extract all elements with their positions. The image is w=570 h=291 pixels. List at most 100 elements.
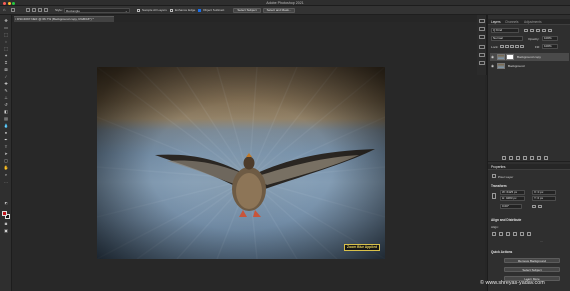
align-top-icon[interactable]	[513, 232, 517, 236]
document-image[interactable]	[97, 67, 385, 259]
new-selection-icon[interactable]	[26, 8, 30, 13]
filter-pixel-icon[interactable]	[524, 28, 528, 33]
gradient-tool-icon[interactable]: ▤	[3, 116, 9, 121]
transform-header: Transform	[491, 184, 507, 188]
history-brush-tool-icon[interactable]: ↺	[3, 102, 9, 107]
select-subject-button[interactable]: Select Subject	[233, 7, 261, 14]
path-selection-tool-icon[interactable]: ➤	[3, 151, 9, 156]
lasso-tool-icon[interactable]: ◌	[3, 39, 9, 44]
magic-wand-tool-icon[interactable]: ✦	[3, 53, 9, 58]
fill-field[interactable]: 100%	[542, 44, 558, 49]
visibility-eye-icon[interactable]: ◉	[491, 55, 494, 59]
artboard-tool-icon[interactable]: ▭	[3, 25, 9, 30]
clone-stamp-tool-icon[interactable]: ⊥	[3, 95, 9, 100]
y-field[interactable]: Y: 0 px	[532, 196, 556, 201]
filter-type-icon[interactable]	[536, 28, 540, 33]
sample-all-layers-checkbox[interactable]	[137, 9, 140, 12]
lock-all-icon[interactable]	[520, 44, 524, 49]
more-tools-icon[interactable]: …	[3, 179, 9, 184]
home-icon[interactable]: ⌂	[3, 7, 5, 12]
tab-adjustments[interactable]: Adjustments	[524, 20, 542, 24]
eraser-tool-icon[interactable]: ◧	[3, 109, 9, 114]
rectangle-tool-icon[interactable]: ▢	[3, 158, 9, 163]
select-and-mask-button[interactable]: Select and Mask...	[263, 7, 295, 14]
width-field[interactable]: W: 6425 px	[500, 190, 525, 195]
character-panel-icon[interactable]	[479, 61, 485, 65]
filter-adjustment-icon[interactable]	[530, 28, 534, 33]
collapsed-panel-dock	[477, 15, 487, 75]
align-right-icon[interactable]	[506, 232, 510, 236]
link-layers-icon[interactable]	[502, 156, 506, 160]
new-group-icon[interactable]	[530, 156, 534, 160]
select-subject-quick-button[interactable]: Select Subject	[504, 267, 560, 273]
layer-thumbnail	[497, 63, 505, 69]
eyedropper-tool-icon[interactable]: ⁄	[3, 74, 9, 79]
layer-thumbnail	[497, 54, 505, 60]
dodge-tool-icon[interactable]: ●	[3, 130, 9, 135]
object-selection-tool-icon[interactable]	[11, 8, 15, 13]
color-panel-icon[interactable]	[479, 27, 485, 31]
libraries-panel-icon[interactable]	[479, 45, 485, 49]
add-mask-icon[interactable]	[516, 156, 520, 160]
flip-vertical-icon[interactable]	[538, 204, 542, 209]
height-field[interactable]: H: 4283 px	[500, 196, 525, 201]
visibility-eye-icon[interactable]: ◉	[491, 64, 494, 68]
more-options-icon[interactable]: ···	[540, 239, 543, 243]
frame-tool-icon[interactable]: ⊠	[3, 67, 9, 72]
lock-transparent-icon[interactable]	[500, 44, 504, 49]
add-to-selection-icon[interactable]	[32, 8, 36, 13]
default-colors-icon[interactable]: ◩	[3, 201, 9, 206]
filter-shape-icon[interactable]	[542, 28, 546, 33]
style-select[interactable]: Rectangle ⌄	[64, 8, 130, 13]
layer-style-icon[interactable]	[509, 156, 513, 160]
swatches-panel-icon[interactable]	[479, 35, 485, 39]
brush-tool-icon[interactable]: ✎	[3, 88, 9, 93]
tab-properties[interactable]: Properties	[491, 165, 506, 169]
lock-artboard-icon[interactable]	[515, 44, 519, 49]
x-field[interactable]: X: 0 px	[532, 190, 556, 195]
align-left-icon[interactable]	[492, 232, 496, 236]
crop-tool-icon[interactable]: ⌗	[3, 60, 9, 65]
screen-mode-icon[interactable]: ▣	[3, 228, 9, 233]
align-label: Align:	[491, 225, 499, 229]
blend-mode-select[interactable]: Normal	[491, 36, 523, 41]
object-subtract-checkbox[interactable]	[198, 9, 201, 12]
enhance-edge-label: Enhance Edge	[175, 8, 196, 13]
marquee-tool-icon[interactable]: ⬚	[3, 32, 9, 37]
blur-tool-icon[interactable]: 💧	[3, 123, 9, 128]
paragraph-panel-icon[interactable]	[479, 53, 485, 57]
lock-position-icon[interactable]	[510, 44, 514, 49]
angle-field[interactable]: 0.00°	[500, 204, 522, 209]
layer-kind-filter[interactable]: Q Kind	[491, 28, 519, 33]
spot-healing-tool-icon[interactable]: ✚	[3, 81, 9, 86]
filter-smart-object-icon[interactable]	[548, 28, 552, 33]
align-bottom-icon[interactable]	[527, 232, 531, 236]
layer-mask-thumbnail	[506, 54, 514, 60]
pen-tool-icon[interactable]: ✒	[3, 137, 9, 142]
enhance-edge-checkbox[interactable]	[170, 9, 173, 12]
align-middle-icon[interactable]	[520, 232, 524, 236]
flip-horizontal-icon[interactable]	[532, 204, 536, 209]
intersect-selection-icon[interactable]	[44, 8, 48, 13]
tab-channels[interactable]: Channels	[505, 20, 518, 24]
adjustment-layer-icon[interactable]	[523, 156, 527, 160]
remove-background-button[interactable]: Remove Background	[504, 258, 560, 264]
layer-row-background-copy[interactable]: ◉ Background copy	[490, 53, 569, 61]
history-panel-icon[interactable]	[479, 19, 485, 23]
lock-image-icon[interactable]	[505, 44, 509, 49]
zoom-tool-icon[interactable]: ⌕	[3, 172, 9, 177]
subtract-from-selection-icon[interactable]	[38, 8, 42, 13]
foreground-color-swatch[interactable]	[2, 211, 7, 216]
quick-mask-icon[interactable]: ◙	[3, 221, 9, 226]
delete-layer-icon[interactable]	[544, 156, 548, 160]
move-tool-icon[interactable]: ✥	[3, 18, 9, 23]
align-center-icon[interactable]	[499, 232, 503, 236]
opacity-field[interactable]: 100%	[542, 36, 558, 41]
layer-row-background[interactable]: ◉ Background	[490, 62, 569, 70]
hand-tool-icon[interactable]: ✋	[3, 165, 9, 170]
new-layer-icon[interactable]	[537, 156, 541, 160]
type-tool-icon[interactable]: T	[3, 144, 9, 149]
object-selection-tool-icon-2[interactable]: ⬚	[3, 46, 9, 51]
tab-layers[interactable]: Layers	[491, 20, 501, 24]
link-dimensions-icon[interactable]	[492, 193, 496, 199]
